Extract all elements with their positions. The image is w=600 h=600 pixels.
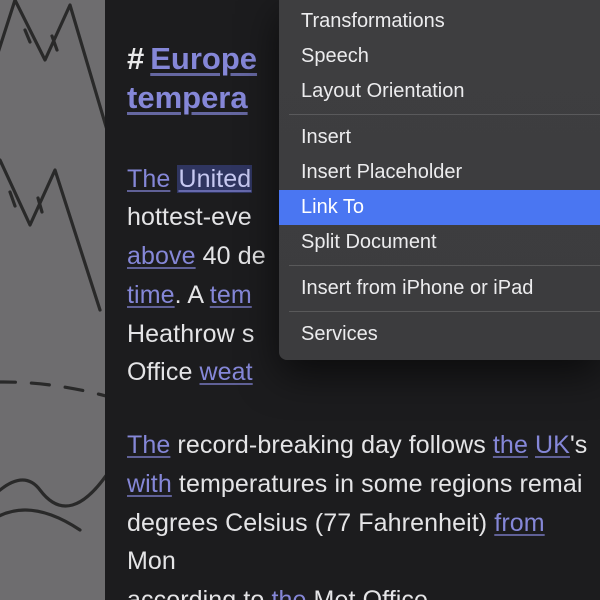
menu-separator [289,265,600,266]
text-office: Office [127,358,200,386]
link-tem[interactable]: tem [210,281,252,309]
link-the-2[interactable]: The [127,431,170,459]
menu-item-speech[interactable]: Speech [279,39,600,74]
text-according: according to [127,586,271,600]
menu-separator [289,114,600,115]
text-met-office: Met Office. [307,586,436,600]
link-uk[interactable]: UK [535,431,570,459]
mountains-illustration [0,0,105,600]
menu-item-insert-from-iphone-ipad[interactable]: Insert from iPhone or iPad [279,271,600,306]
link-weat[interactable]: weat [200,358,253,386]
link-the-3[interactable]: the [493,431,528,459]
link-time[interactable]: time [127,281,175,309]
link-above[interactable]: above [127,242,196,270]
link-from[interactable]: from [494,509,544,537]
link-the-4[interactable]: the [271,586,306,600]
menu-item-insert[interactable]: Insert [279,120,600,155]
link-with[interactable]: with [127,470,172,498]
text-period-a: . A [175,281,210,309]
menu-item-layout-orientation[interactable]: Layout Orientation [279,74,600,109]
text-apos-s: 's [570,431,587,459]
link-united-selected[interactable]: United [177,165,252,193]
menu-item-split-document[interactable]: Split Document [279,225,600,260]
menu-item-insert-placeholder[interactable]: Insert Placeholder [279,155,600,190]
text-temps: temperatures in some regions remai [172,470,583,498]
text-mon: Mon [127,547,176,575]
menu-item-services[interactable]: Services [279,317,600,352]
menu-item-link-to[interactable]: Link To [279,190,600,225]
heading-word-1: Europe [150,41,257,76]
menu-item-transformations[interactable]: Transformations [279,4,600,39]
text-40de: 40 de [196,242,266,270]
context-menu[interactable]: Transformations Speech Layout Orientatio… [279,0,600,360]
text-heathrow: Heathrow s [127,320,254,348]
text-record: record-breaking day follows [170,431,493,459]
notebook-cover-sidebar [0,0,105,600]
text-degrees: degrees Celsius (77 Fahrenheit) [127,509,494,537]
heading-word-2: tempera [127,80,248,115]
link-the[interactable]: The [127,165,170,193]
heading-hash: # [127,40,144,79]
paragraph-2: The record-breaking day follows the UK's… [127,426,600,600]
menu-separator [289,311,600,312]
text-hottest: hottest-eve [127,203,252,231]
